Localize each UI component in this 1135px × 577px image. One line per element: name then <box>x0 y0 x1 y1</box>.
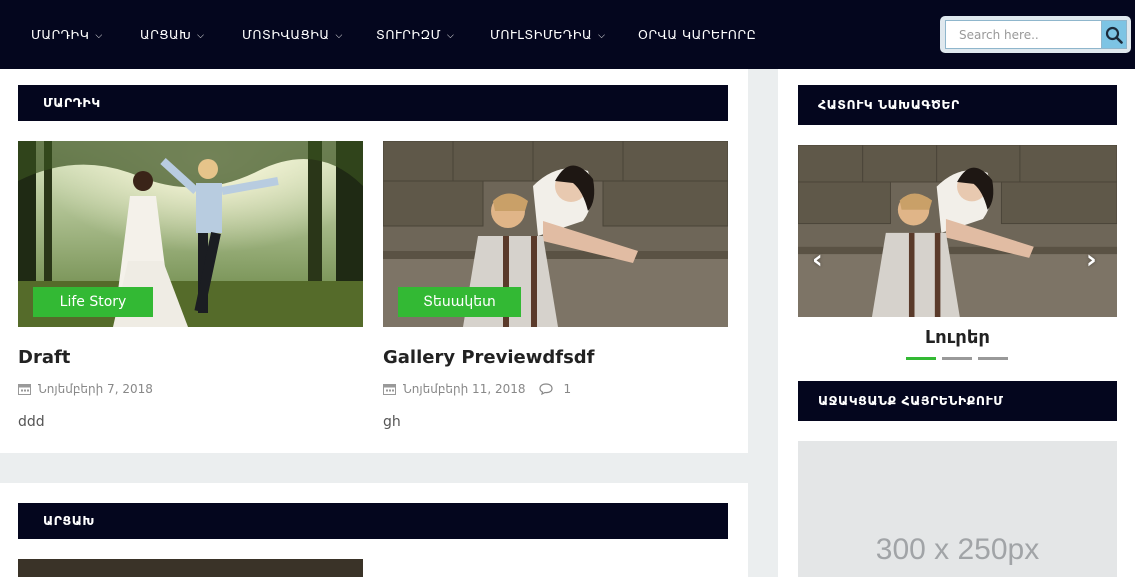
search-icon <box>1105 26 1123 44</box>
nav-item-tourism[interactable]: ՏՈՒՐԻԶՄ ⌵ <box>376 0 454 69</box>
section-title: ՄԱՐԴԻԿ <box>43 95 101 110</box>
widget-heading: ՀԱՏՈՒԿ ՆԱԽԱԳԾԵՐ <box>798 85 1117 125</box>
post-thumbnail[interactable]: Տեսակետ <box>383 141 728 327</box>
slider-next-arrow-icon[interactable]: › <box>1086 245 1097 275</box>
nav-label: ՄԱՐԴԻԿ <box>31 27 90 42</box>
section-title: ԱՐՑԱԽ <box>43 513 95 528</box>
slider-dot[interactable] <box>942 357 972 360</box>
wedding-photo-stone-wall <box>798 145 1117 317</box>
post-meta: Նոյեմբերի 11, 2018 1 <box>383 382 571 396</box>
chevron-down-icon: ⌵ <box>335 31 343 41</box>
post-meta: Նոյեմբերի 7, 2018 <box>18 382 153 396</box>
chevron-down-icon: ⌵ <box>197 31 205 41</box>
nav-label: ՕՐՎԱ ԿԱՐԵՒՈՐԸ <box>638 27 757 42</box>
sidebar: ՀԱՏՈՒԿ ՆԱԽԱԳԾԵՐ ‹ › Լուրեր ԱՋԱԿՑԱՆՔ ՀԱՅՐ… <box>778 69 1135 577</box>
chevron-down-icon: ⌵ <box>95 31 103 41</box>
post-date: Նոյեմբերի 11, 2018 <box>403 382 526 396</box>
calendar-icon <box>18 384 31 395</box>
post-date: Նոյեմբերի 7, 2018 <box>38 382 153 396</box>
search-input[interactable] <box>945 20 1102 49</box>
widget-title: ԱՋԱԿՑԱՆՔ ՀԱՅՐԵՆԻՔՈՒՄ <box>818 393 1004 408</box>
search-box <box>940 16 1131 53</box>
post-title[interactable]: Gallery Previewdfsdf <box>383 347 595 368</box>
post-thumbnail[interactable]: Life Story <box>18 141 363 327</box>
nav-item-people[interactable]: ՄԱՐԴԻԿ ⌵ <box>31 0 103 69</box>
top-navigation: ՄԱՐԴԻԿ ⌵ ԱՐՑԱԽ ⌵ ՄՈՏԻՎԱՑԻԱ ⌵ ՏՈՒՐԻԶՄ ⌵ ՄՈՒԼՏ… <box>0 0 1135 69</box>
nav-label: ՄՈՏԻՎԱՑԻԱ <box>242 27 330 42</box>
nav-item-motivation[interactable]: ՄՈՏԻՎԱՑԻԱ ⌵ <box>242 0 343 69</box>
widget-heading: ԱՋԱԿՑԱՆՔ ՀԱՅՐԵՆԻՔՈՒՄ <box>798 381 1117 421</box>
slider-dot[interactable] <box>978 357 1008 360</box>
slide-caption[interactable]: Լուրեր <box>798 327 1117 348</box>
post-excerpt: ddd <box>18 414 45 430</box>
post-thumbnail[interactable] <box>18 559 363 577</box>
featured-slider[interactable]: ‹ › <box>798 145 1117 317</box>
slider-dot-active[interactable] <box>906 357 936 360</box>
comment-icon <box>538 383 553 395</box>
category-badge[interactable]: Life Story <box>33 287 153 317</box>
nav-label: ՄՈՒԼՏԻՄԵԴԻԱ <box>490 27 593 42</box>
search-button[interactable] <box>1101 20 1127 49</box>
chevron-down-icon: ⌵ <box>598 31 606 41</box>
section-heading: ՄԱՐԴԻԿ <box>18 85 728 121</box>
post-title[interactable]: Draft <box>18 347 70 368</box>
chevron-down-icon: ⌵ <box>447 31 455 41</box>
category-badge[interactable]: Տեսակետ <box>398 287 521 317</box>
post-excerpt: gh <box>383 414 401 430</box>
nav-label: ԱՐՑԱԽ <box>140 27 192 42</box>
ad-size-label: 300 x 250px <box>875 533 1040 566</box>
ad-placeholder[interactable]: 300 x 250px <box>798 441 1117 577</box>
nav-item-multimedia[interactable]: ՄՈՒԼՏԻՄԵԴԻԱ ⌵ <box>490 0 605 69</box>
nav-item-daily-important[interactable]: ՕՐՎԱ ԿԱՐԵՒՈՐԸ <box>638 0 756 69</box>
slider-prev-arrow-icon[interactable]: ‹ <box>812 245 823 275</box>
people-section: ՄԱՐԴԻԿ Life Story Draft Նոյեմբերի 7, 201… <box>0 69 748 453</box>
section-heading: ԱՐՑԱԽ <box>18 503 728 539</box>
widget-title: ՀԱՏՈՒԿ ՆԱԽԱԳԾԵՐ <box>818 97 960 112</box>
nav-label: ՏՈՒՐԻԶՄ <box>376 27 442 42</box>
nav-item-artsakh[interactable]: ԱՐՑԱԽ ⌵ <box>140 0 204 69</box>
comment-count[interactable]: 1 <box>564 382 572 396</box>
artsakh-section: ԱՐՑԱԽ <box>0 483 748 577</box>
calendar-icon <box>383 384 396 395</box>
